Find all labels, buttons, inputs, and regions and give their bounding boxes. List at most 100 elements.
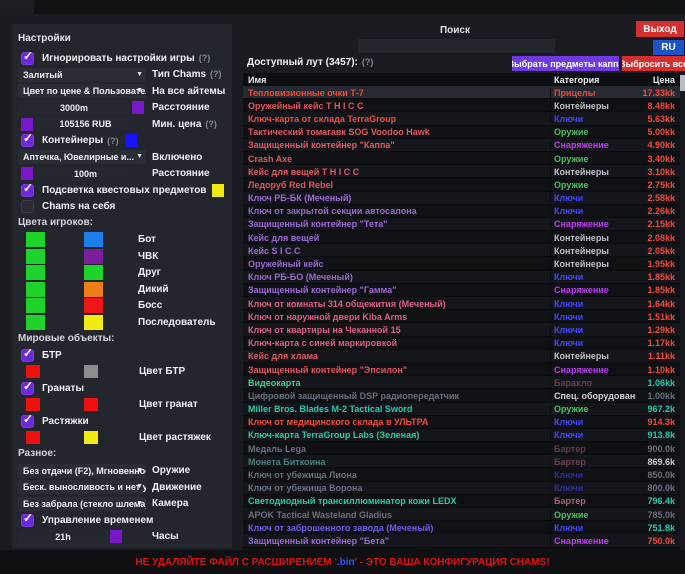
loot-item-category: Ключи [550, 523, 636, 533]
color-swatch-secondary[interactable] [84, 398, 98, 411]
column-price[interactable]: Цена [636, 75, 680, 85]
search-input[interactable] [358, 39, 555, 53]
loot-row[interactable]: Светодиодный трансиллюминатор кожи LEDX … [243, 495, 680, 508]
distance-containers-input[interactable]: 100m [36, 167, 135, 181]
containers-filter-row: Аптечка, Ювелирные и...▼ Включено [18, 149, 226, 166]
color-mode-select[interactable]: Цвет по цене & Пользователь▼ [18, 84, 146, 98]
column-name[interactable]: Имя [243, 75, 550, 85]
loot-row[interactable]: Тактический томагавк SOG Voodoo Hawk Ору… [243, 126, 680, 139]
loot-row[interactable]: Ледоруб Red Rebel Оружие 2.75kk [243, 178, 680, 191]
loot-row[interactable]: Ключ от закрытой секции автосалона Ключи… [243, 205, 680, 218]
loot-row[interactable]: Ключ от убежища Ворона Ключи 800.0k [243, 482, 680, 495]
loot-row[interactable]: Ключ от заброшенного завода (Меченый) Кл… [243, 521, 680, 534]
loot-row[interactable]: Тепловизионные очки Т-7 Прицелы 17.33kk [243, 86, 680, 99]
color-swatch-secondary[interactable] [84, 315, 103, 330]
loot-row[interactable]: Ключ от комнаты 314 общежития (Меченый) … [243, 297, 680, 310]
color-swatch-primary[interactable] [26, 398, 40, 411]
color-swatch-secondary[interactable] [84, 232, 103, 247]
loot-row[interactable]: Цифровой защищенный DSP радиопередатчик … [243, 389, 680, 402]
color-swatch-primary[interactable] [26, 315, 45, 330]
camera-select[interactable]: Без забрала (стекло шлема)▼ [18, 497, 146, 511]
hours-color-swatch[interactable] [110, 530, 122, 543]
containers-checkbox[interactable] [21, 134, 34, 147]
loot-row[interactable]: Оружейный кейс Контейнеры 1.95kk [243, 257, 680, 270]
color-swatch-secondary[interactable] [84, 249, 103, 264]
loot-item-name: Цифровой защищенный DSP радиопередатчик [243, 391, 550, 401]
distance-all-input[interactable]: 3000m [18, 101, 130, 115]
loot-row[interactable]: Ключ-карта TerraGroup Labs (Зеленая) Клю… [243, 429, 680, 442]
loot-row[interactable]: Защищенный контейнер "Тета" Снаряжение 2… [243, 218, 680, 231]
loot-row[interactable]: Ключ от медицинского склада в УЛЬТРА Клю… [243, 416, 680, 429]
color-swatch-secondary[interactable] [84, 298, 103, 313]
select-kappa-items-button[interactable]: Выбрать предметы каппа [512, 56, 619, 71]
loot-row[interactable]: Кейс для вещей Контейнеры 2.08kk [243, 231, 680, 244]
world-checkbox[interactable] [21, 415, 34, 428]
loot-row[interactable]: Ключ-карта от склада TerraGroup Ключи 5.… [243, 112, 680, 125]
loot-row[interactable]: Оружейный кейс T H I C C Контейнеры 8.48… [243, 99, 680, 112]
weapon-select[interactable]: Без отдачи (F2), Мгновенное п▼ [18, 464, 146, 478]
loot-row[interactable]: Ключ от убежища Лиона Ключи 850.0k [243, 468, 680, 481]
loot-item-price: 1.64kk [636, 299, 680, 309]
distance-containers-swatch[interactable] [21, 167, 33, 180]
color-swatch-secondary[interactable] [84, 282, 103, 297]
exit-button[interactable]: Выход [636, 21, 684, 37]
containers-color-swatch[interactable] [125, 134, 137, 147]
loot-row[interactable]: Кейс S I C C Контейнеры 2.05kk [243, 244, 680, 257]
color-swatch-secondary[interactable] [84, 431, 98, 444]
loot-item-name: Ключ от комнаты 314 общежития (Меченый) [243, 299, 550, 309]
column-category[interactable]: Категория [550, 75, 636, 85]
movement-select[interactable]: Беск. выносливость и нет уста:▼ [18, 480, 146, 494]
loot-row[interactable]: Кейс для вещей T H I C C Контейнеры 3.10… [243, 165, 680, 178]
loot-row[interactable]: Монета Биткоина Бартер 869.6k [243, 455, 680, 468]
color-swatch-primary[interactable] [26, 265, 45, 280]
ignore-game-settings-checkbox[interactable] [21, 52, 34, 65]
loot-row[interactable]: Защищенный контейнер "Эпсилон" Снаряжени… [243, 363, 680, 376]
chevron-down-icon: ▼ [136, 153, 143, 160]
loot-item-price: 1.10kk [636, 365, 680, 375]
loot-row[interactable]: Ключ от наружной двери Kiba Arms Ключи 1… [243, 310, 680, 323]
language-button[interactable]: RU [653, 40, 684, 55]
color-swatch-primary[interactable] [26, 298, 45, 313]
color-swatch-primary[interactable] [26, 232, 45, 247]
world-checkbox[interactable] [21, 349, 34, 362]
color-swatch-secondary[interactable] [84, 365, 98, 378]
loot-row[interactable]: Защищенный контейнер "Бета" Снаряжение 7… [243, 534, 680, 547]
loot-item-category: Оружие [550, 404, 636, 414]
world-check-row: БТР [18, 347, 226, 364]
table-scrollbar[interactable] [680, 73, 685, 554]
loot-row[interactable]: Кейс для хлама Контейнеры 1.11kk [243, 350, 680, 363]
loot-row[interactable]: Медаль Lega Бартер 900.0k [243, 442, 680, 455]
color-swatch-primary[interactable] [26, 365, 40, 378]
world-checkbox[interactable] [21, 382, 34, 395]
weapon-label: Оружие [152, 465, 190, 476]
loot-item-price: 1.17kk [636, 338, 680, 348]
loot-row[interactable]: APOK Tactical Wasteland Gladius Оружие 7… [243, 508, 680, 521]
scrollbar-thumb[interactable] [680, 75, 685, 91]
loot-row[interactable]: Miller Bros. Blades M-2 Tactical Sword О… [243, 403, 680, 416]
time-control-checkbox[interactable] [21, 514, 34, 527]
hours-input[interactable]: 21h [18, 530, 108, 544]
color-swatch-primary[interactable] [26, 249, 45, 264]
loot-row[interactable]: Ключ-карта с синей маркировкой Ключи 1.1… [243, 337, 680, 350]
loot-row[interactable]: Ключ РБ-БО (Меченый) Ключи 1.85kk [243, 271, 680, 284]
quest-color-swatch[interactable] [212, 184, 224, 197]
distance-color-swatch[interactable] [132, 101, 144, 114]
dump-all-button[interactable]: Выбросить все [622, 56, 685, 71]
chams-type-select[interactable]: Залитый▼ [18, 68, 146, 82]
chams-self-checkbox[interactable] [21, 200, 34, 213]
loot-item-name: Защищенный контейнер "Бета" [243, 536, 550, 546]
color-swatch-primary[interactable] [26, 431, 40, 444]
loot-row[interactable]: Crash Axe Оружие 3.40kk [243, 152, 680, 165]
color-swatch-secondary[interactable] [84, 265, 103, 280]
containers-filter-select[interactable]: Аптечка, Ювелирные и...▼ [18, 150, 146, 164]
min-price-input[interactable]: 105156 RUB [36, 117, 135, 131]
loot-row[interactable]: Ключ РБ-БК (Меченый) Ключи 2.58kk [243, 192, 680, 205]
loot-row[interactable]: Ключ от квартиры на Чеканной 15 Ключи 1.… [243, 323, 680, 336]
loot-row[interactable]: Защищенный контейнер "Каппа" Снаряжение … [243, 139, 680, 152]
loot-row[interactable]: Видеокарта Барахло 1.06kk [243, 376, 680, 389]
loot-item-category: Спец. оборудование [550, 391, 636, 401]
quest-highlight-checkbox[interactable] [21, 184, 34, 197]
loot-row[interactable]: Защищенный контейнер "Гамма" Снаряжение … [243, 284, 680, 297]
color-swatch-primary[interactable] [26, 282, 45, 297]
min-price-color-swatch[interactable] [21, 118, 33, 131]
